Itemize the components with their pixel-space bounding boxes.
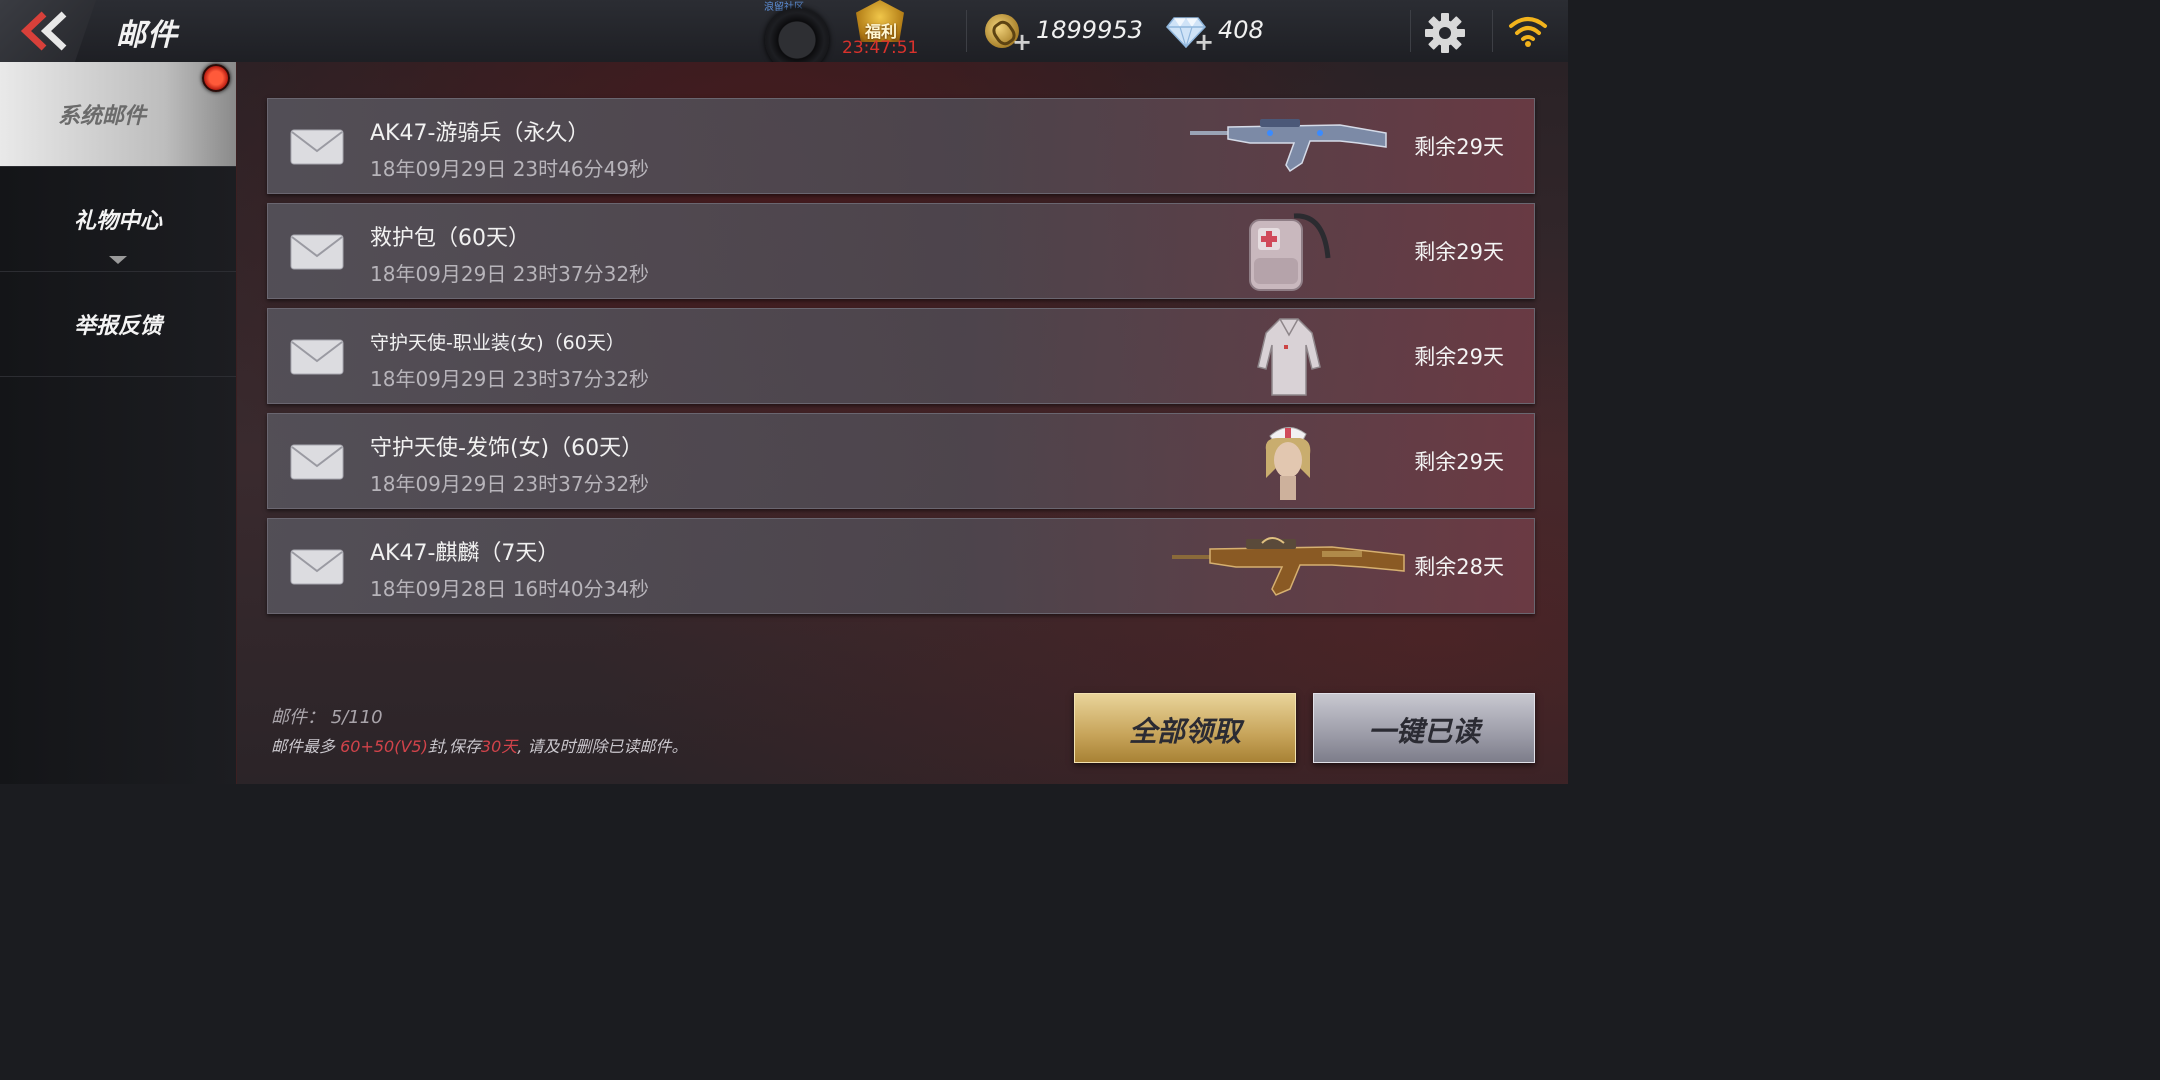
- chevron-down-icon[interactable]: [109, 256, 127, 264]
- divider: [1410, 10, 1411, 52]
- back-button[interactable]: [0, 0, 96, 62]
- add-gold-icon: +: [1012, 28, 1033, 56]
- envelope-icon: [290, 549, 344, 585]
- sidebar-item-report-feedback[interactable]: 举报反馈: [0, 272, 236, 377]
- mail-title: 守护天使-职业装(女)（60天）: [370, 332, 625, 354]
- diamond-amount: 408: [1218, 16, 1264, 44]
- envelope-icon: [290, 234, 344, 270]
- envelope-icon: [290, 339, 344, 375]
- mail-list-item[interactable]: 守护天使-发饰(女)（60天） 18年09月29日 23时37分32秒 剩余29…: [267, 413, 1535, 509]
- note-prefix: 邮件最多: [271, 737, 341, 756]
- double-chevron-left-icon: [20, 11, 67, 51]
- claim-all-label: 全部领取: [1128, 715, 1241, 748]
- note-days: 30天: [480, 737, 518, 756]
- gold-amount: 1899953: [1036, 16, 1143, 44]
- mail-count-label: 邮件：: [271, 707, 325, 728]
- ak47-kirin-rifle-icon: [1172, 537, 1405, 596]
- mark-all-read-button[interactable]: 一键已读: [1313, 693, 1535, 763]
- sidebar-item-label: 举报反馈: [73, 314, 162, 339]
- envelope-icon: [290, 444, 344, 480]
- nurse-uniform-icon: [1257, 318, 1321, 396]
- mail-list-item[interactable]: AK47-游骑兵（永久） 18年09月29日 23时46分49秒 剩余29天: [267, 98, 1535, 194]
- mail-title: 救护包（60天）: [370, 226, 530, 251]
- welfare-timer: 23:47:51: [842, 38, 919, 58]
- note-limit: 60+50(V5): [340, 737, 428, 756]
- claim-all-button[interactable]: 全部领取: [1074, 693, 1296, 763]
- note-suffix: , 请及时删除已读邮件。: [517, 737, 688, 756]
- divider: [966, 10, 967, 52]
- mail-count: 邮件： 5/110: [271, 703, 383, 729]
- divider: [1492, 10, 1493, 52]
- sidebar-item-system-mail[interactable]: 系统邮件: [0, 62, 236, 167]
- sidebar-item-label: 系统邮件: [57, 104, 146, 129]
- mail-limit-note: 邮件最多 60+50(V5)封,保存30天, 请及时删除已读邮件。: [271, 733, 687, 757]
- mail-count-value: 5/110: [330, 707, 383, 728]
- medic-backpack-icon: [1249, 213, 1331, 291]
- top-bar: 邮件 浪留社区 福利 23:47:51 + 1899953 + 408: [0, 0, 1568, 72]
- mail-date: 18年09月28日 16时40分34秒: [370, 577, 650, 601]
- remaining-days: 剩余29天: [1414, 135, 1504, 159]
- ak47-ranger-rifle-icon: [1190, 119, 1387, 173]
- mail-list-item[interactable]: 守护天使-职业装(女)（60天） 18年09月29日 23时37分32秒 剩余2…: [267, 308, 1535, 404]
- mail-title: AK47-游骑兵（永久）: [370, 121, 590, 146]
- mail-date: 18年09月29日 23时37分32秒: [370, 472, 650, 496]
- remaining-days: 剩余29天: [1414, 345, 1504, 369]
- settings-gear-icon[interactable]: [1424, 12, 1466, 54]
- note-mid: 封,保存: [427, 737, 481, 756]
- add-diamond-icon: +: [1194, 28, 1215, 56]
- mail-list-item[interactable]: 救护包（60天） 18年09月29日 23时37分32秒 剩余29天: [267, 203, 1535, 299]
- page-title: 邮件: [116, 18, 178, 53]
- mail-list-item[interactable]: AK47-麒麟（7天） 18年09月28日 16时40分34秒 剩余28天: [267, 518, 1535, 614]
- mail-date: 18年09月29日 23时46分49秒: [370, 157, 650, 181]
- mail-list-panel: AK47-游骑兵（永久） 18年09月29日 23时46分49秒 剩余29天 救…: [237, 62, 1568, 784]
- notification-dot-icon: [202, 64, 230, 92]
- mail-title: 守护天使-发饰(女)（60天）: [370, 436, 644, 461]
- sidebar: 系统邮件 礼物中心 举报反馈: [0, 62, 237, 784]
- nurse-hair-head-icon: [1265, 427, 1311, 500]
- sidebar-item-label: 礼物中心: [73, 209, 162, 234]
- remaining-days: 剩余28天: [1414, 555, 1504, 579]
- wifi-signal-icon: [1509, 17, 1547, 47]
- mark-all-read-label: 一键已读: [1367, 715, 1480, 748]
- mail-date: 18年09月29日 23时37分32秒: [370, 262, 650, 286]
- remaining-days: 剩余29天: [1414, 450, 1504, 474]
- mail-title: AK47-麒麟（7天）: [370, 541, 560, 566]
- remaining-days: 剩余29天: [1414, 240, 1504, 264]
- envelope-icon: [290, 129, 344, 165]
- mail-date: 18年09月29日 23时37分32秒: [370, 367, 650, 391]
